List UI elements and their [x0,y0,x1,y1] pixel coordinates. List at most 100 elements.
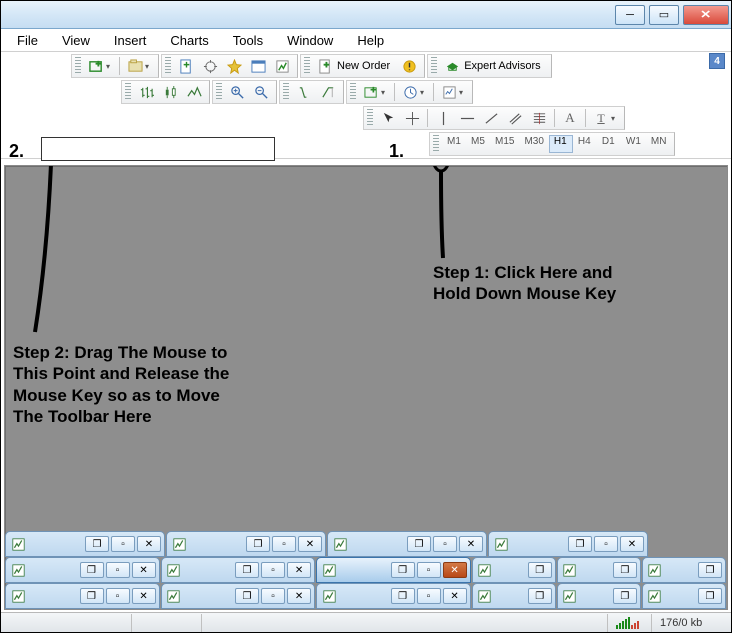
mdi-doc-window[interactable]: ❐ [557,557,641,583]
restore-down-button[interactable]: ❐ [528,588,552,604]
maximize-doc-button[interactable]: ▫ [433,536,457,552]
menu-file[interactable]: File [5,31,50,50]
grip-handle-icon[interactable] [283,83,289,101]
vertical-line-button[interactable] [431,108,455,128]
autotrade-button[interactable] [397,56,421,76]
grip-handle-icon[interactable] [216,83,222,101]
channel-button[interactable] [503,108,527,128]
close-doc-button[interactable]: ✕ [459,536,483,552]
period-d1-button[interactable]: D1 [597,135,621,153]
mdi-doc-window[interactable]: ❐▫✕ [5,557,160,583]
mdi-doc-window[interactable]: ❐▫✕ [5,583,160,609]
restore-down-button[interactable]: ❐ [613,562,637,578]
strategy-tester-button[interactable] [270,56,294,76]
restore-down-button[interactable]: ❐ [613,588,637,604]
horizontal-line-button[interactable] [455,108,479,128]
period-m15-button[interactable]: M15 [490,135,519,153]
maximize-doc-button[interactable]: ▫ [417,588,441,604]
data-window-button[interactable] [222,56,246,76]
restore-down-button[interactable]: ❐ [698,588,722,604]
mdi-doc-window[interactable]: ❐▫✕ [161,557,316,583]
menu-view[interactable]: View [50,31,102,50]
mdi-doc-window[interactable]: ❐▫✕ [161,583,316,609]
maximize-doc-button[interactable]: ▫ [261,588,285,604]
expert-advisors-button[interactable]: Expert Advisors [440,56,547,76]
restore-down-button[interactable]: ❐ [85,536,109,552]
maximize-doc-button[interactable]: ▫ [106,588,130,604]
indicator-list-button[interactable]: ▾ [359,82,391,102]
line-chart-button[interactable] [182,82,206,102]
grip-handle-icon[interactable] [431,57,437,75]
grip-handle-icon[interactable] [350,83,356,101]
mdi-doc-window[interactable]: ❐ [557,583,641,609]
close-doc-button[interactable]: ✕ [620,536,644,552]
period-mn-button[interactable]: MN [646,135,672,153]
candle-chart-button[interactable] [158,82,182,102]
grip-handle-icon[interactable] [367,109,373,127]
maximize-doc-button[interactable]: ▫ [417,562,441,578]
new-chart-button[interactable]: ▾ [84,56,116,76]
menu-charts[interactable]: Charts [158,31,220,50]
close-doc-button[interactable]: ✕ [137,536,161,552]
menu-help[interactable]: Help [345,31,396,50]
close-doc-button[interactable]: ✕ [443,562,467,578]
trendline-button[interactable] [479,108,503,128]
menu-window[interactable]: Window [275,31,345,50]
period-m1-button[interactable]: M1 [442,135,466,153]
grip-handle-icon[interactable] [75,57,81,75]
shift-chart-button[interactable] [316,82,340,102]
restore-down-button[interactable]: ❐ [80,562,104,578]
mdi-doc-window[interactable]: ❐ [472,557,556,583]
close-button[interactable]: ✕ [683,5,729,25]
maximize-doc-button[interactable]: ▫ [106,562,130,578]
restore-down-button[interactable]: ❐ [246,536,270,552]
periods-button[interactable]: ▾ [398,82,430,102]
connection-indicator[interactable] [607,614,651,632]
mdi-doc-window[interactable]: ❐▫✕ [316,583,471,609]
profiles-button[interactable]: ▾ [123,56,155,76]
restore-down-button[interactable]: ❐ [235,562,259,578]
mdi-doc-window[interactable]: ❐ [642,557,726,583]
periods-grip-handle[interactable] [433,135,439,153]
period-m30-button[interactable]: M30 [519,135,548,153]
period-m5-button[interactable]: M5 [466,135,490,153]
menu-tools[interactable]: Tools [221,31,275,50]
new-order-button[interactable]: New Order [313,56,397,76]
close-doc-button[interactable]: ✕ [287,562,311,578]
message-counter[interactable]: 4 [709,53,725,69]
restore-down-button[interactable]: ❐ [568,536,592,552]
mdi-doc-window[interactable]: ❐ [472,583,556,609]
mdi-doc-window[interactable]: ❐ [642,583,726,609]
navigator-button[interactable] [198,56,222,76]
maximize-doc-button[interactable]: ▫ [111,536,135,552]
market-watch-button[interactable] [174,56,198,76]
cursor-button[interactable] [376,108,400,128]
grip-handle-icon[interactable] [125,83,131,101]
zoom-out-button[interactable] [249,82,273,102]
grip-handle-icon[interactable] [165,57,171,75]
restore-down-button[interactable]: ❐ [80,588,104,604]
bar-chart-button[interactable] [134,82,158,102]
close-doc-button[interactable]: ✕ [132,588,156,604]
maximize-doc-button[interactable]: ▫ [594,536,618,552]
templates-button[interactable]: ▾ [437,82,469,102]
restore-down-button[interactable]: ❐ [235,588,259,604]
period-w1-button[interactable]: W1 [621,135,646,153]
crosshair-button[interactable] [400,108,424,128]
mdi-doc-window[interactable]: ❐▫✕ [327,531,487,557]
restore-down-button[interactable]: ❐ [391,588,415,604]
restore-down-button[interactable]: ❐ [698,562,722,578]
maximize-doc-button[interactable]: ▫ [261,562,285,578]
fibonacci-button[interactable] [527,108,551,128]
maximize-button[interactable]: ▭ [649,5,679,25]
close-doc-button[interactable]: ✕ [132,562,156,578]
scroll-chart-button[interactable] [292,82,316,102]
close-doc-button[interactable]: ✕ [287,588,311,604]
close-doc-button[interactable]: ✕ [443,588,467,604]
restore-down-button[interactable]: ❐ [528,562,552,578]
restore-down-button[interactable]: ❐ [391,562,415,578]
menu-insert[interactable]: Insert [102,31,159,50]
zoom-in-button[interactable] [225,82,249,102]
minimize-button[interactable]: ─ [615,5,645,25]
period-h1-button[interactable]: H1 [549,135,573,153]
